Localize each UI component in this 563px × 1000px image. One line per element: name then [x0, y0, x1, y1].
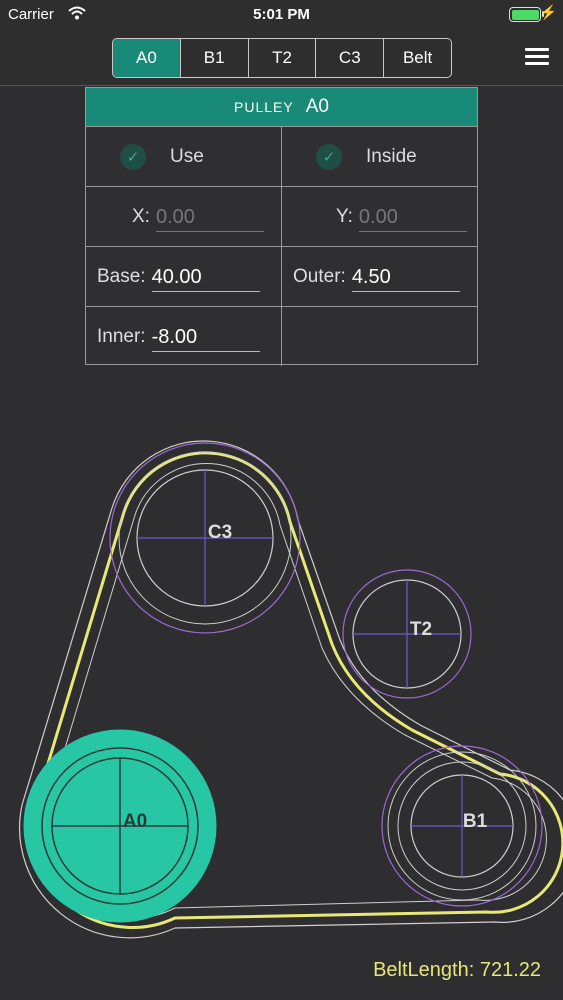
bolt-icon: ⚡ — [539, 4, 557, 20]
checkmark-icon: ✓ — [120, 143, 146, 170]
x-label: X: — [132, 205, 150, 227]
pulley-b1[interactable]: B1 — [381, 745, 543, 907]
checkbox-row: ✓ Use ✓ Inside — [86, 126, 477, 186]
base-label: Base: — [97, 265, 146, 287]
y-field[interactable]: 0.00 — [358, 202, 467, 232]
use-toggle[interactable]: ✓ Use — [120, 143, 204, 170]
nav-bar: A0 B1 T2 C3 Belt — [0, 30, 563, 86]
pulley-c3[interactable]: C3 — [109, 442, 301, 634]
battery-icon — [509, 7, 541, 22]
base-cell: Base: 40.00 — [86, 247, 282, 306]
pulley-label-c3: C3 — [208, 522, 232, 543]
outer-cell: Outer: 4.50 — [282, 247, 477, 306]
segment-t2[interactable]: T2 — [249, 39, 317, 77]
inner-cell: Inner: -8.00 — [86, 307, 282, 366]
inside-label: Inside — [366, 145, 417, 167]
use-label: Use — [170, 145, 204, 167]
x-cell: X: 0.00 — [86, 187, 282, 246]
segment-a0[interactable]: A0 — [113, 39, 181, 77]
outer-field[interactable]: 4.50 — [351, 262, 460, 292]
panel-header-label: PULLEY — [234, 99, 294, 115]
inner-label: Inner: — [97, 325, 146, 347]
pulley-label-t2: T2 — [410, 619, 432, 640]
x-field[interactable]: 0.00 — [155, 202, 264, 232]
segment-belt[interactable]: Belt — [384, 39, 451, 77]
y-cell: Y: 0.00 — [282, 187, 477, 246]
belt-length-label: BeltLength: 721.22 — [373, 959, 541, 981]
inside-cell: ✓ Inside — [282, 127, 477, 186]
pulley-a0[interactable]: A0 — [23, 729, 217, 923]
pulley-label-b1: B1 — [463, 811, 488, 832]
empty-cell — [282, 307, 477, 366]
pulley-label-a0: A0 — [123, 811, 147, 832]
panel-header-value: A0 — [305, 96, 329, 117]
inside-toggle[interactable]: ✓ Inside — [316, 143, 417, 170]
inner-row: Inner: -8.00 — [86, 306, 477, 366]
segment-b1[interactable]: B1 — [181, 39, 249, 77]
pulley-properties-panel: PULLEY A0 ✓ Use ✓ Inside X: 0.00 Y: 0.00… — [85, 87, 478, 366]
position-row: X: 0.00 Y: 0.00 — [86, 186, 477, 246]
use-cell: ✓ Use — [86, 127, 282, 186]
pulley-t2[interactable]: T2 — [342, 569, 472, 699]
checkmark-icon: ✓ — [316, 143, 342, 170]
status-bar: Carrier 5:01 PM ⚡ — [0, 0, 563, 30]
hamburger-menu-icon[interactable] — [525, 46, 549, 66]
pulley-drawing-canvas[interactable]: C3 T2 B1 A0 BeltLength: 721.22 — [0, 366, 563, 1000]
pulley-segmented-control: A0 B1 T2 C3 Belt — [112, 38, 452, 78]
size-row: Base: 40.00 Outer: 4.50 — [86, 246, 477, 306]
outer-label: Outer: — [293, 265, 346, 287]
pulley-diagram: C3 T2 B1 A0 — [19, 440, 563, 939]
clock: 5:01 PM — [253, 6, 310, 23]
panel-header: PULLEY A0 — [86, 88, 477, 126]
inner-field[interactable]: -8.00 — [151, 322, 260, 352]
y-label: Y: — [336, 205, 353, 227]
segment-c3[interactable]: C3 — [316, 39, 385, 77]
base-field[interactable]: 40.00 — [151, 262, 260, 292]
